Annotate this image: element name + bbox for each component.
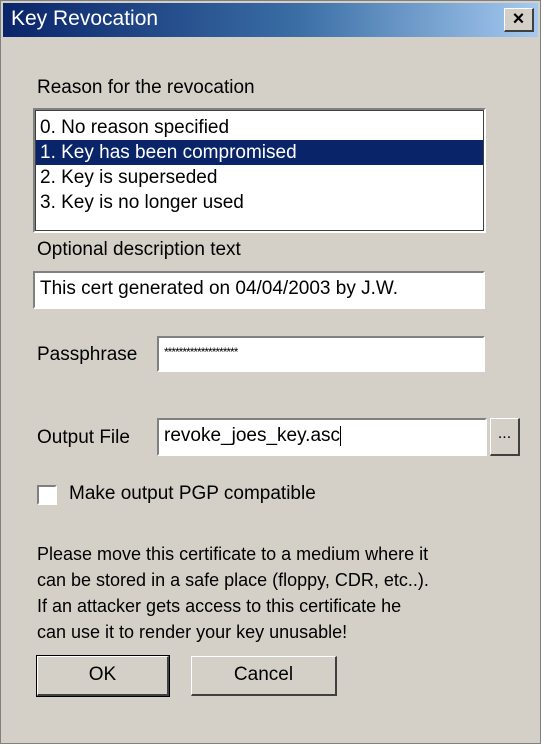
key-revocation-dialog: Key Revocation × Reason for the revocati…	[0, 0, 541, 744]
text-caret	[340, 425, 342, 446]
close-button[interactable]: ×	[504, 8, 534, 32]
title-bar[interactable]: Key Revocation ×	[3, 3, 538, 37]
info-line: If an attacker gets access to this certi…	[37, 596, 402, 616]
output-file-value: revoke_joes_key.asc	[164, 425, 341, 446]
pgp-compatible-label[interactable]: Make output PGP compatible	[69, 483, 316, 505]
browse-button[interactable]: ...	[490, 418, 520, 456]
reason-option[interactable]: 2. Key is superseded	[35, 165, 484, 190]
reason-option[interactable]: 3. Key is no longer used	[35, 190, 484, 215]
reason-option-selected[interactable]: 1. Key has been compromised	[35, 140, 484, 165]
output-file-label: Output File	[37, 427, 130, 448]
output-file-input[interactable]: revoke_joes_key.asc	[157, 418, 487, 456]
description-input[interactable]: This cert generated on 04/04/2003 by J.W…	[33, 271, 485, 309]
description-label: Optional description text	[37, 239, 241, 260]
passphrase-input[interactable]: ********************	[157, 336, 485, 372]
info-line: Please move this certificate to a medium…	[37, 544, 429, 564]
cancel-button[interactable]: Cancel	[191, 656, 337, 696]
passphrase-label: Passphrase	[37, 344, 138, 365]
pgp-compatible-checkbox[interactable]	[37, 485, 57, 505]
window-title: Key Revocation	[11, 7, 159, 30]
reason-label: Reason for the revocation	[37, 77, 255, 98]
info-line: can use it to render your key unusable!	[37, 622, 348, 642]
info-message: Please move this certificate to a medium…	[37, 541, 517, 645]
close-icon: ×	[512, 8, 525, 30]
reason-option[interactable]: 0. No reason specified	[35, 115, 484, 140]
ok-button[interactable]: OK	[36, 655, 170, 697]
info-line: can be stored in a safe place (floppy, C…	[37, 570, 429, 590]
reason-listbox[interactable]: 0. No reason specified 1. Key has been c…	[33, 108, 486, 233]
